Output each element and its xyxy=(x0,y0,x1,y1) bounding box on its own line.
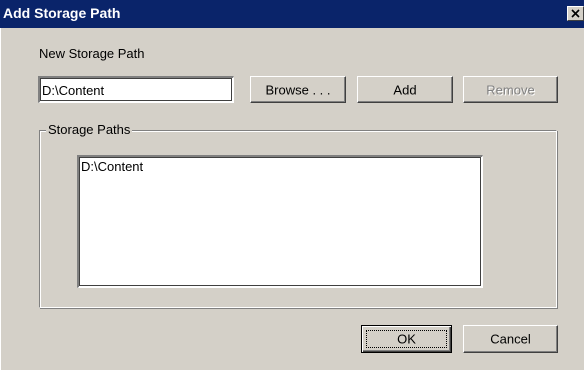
ok-button[interactable]: OK xyxy=(361,325,452,353)
browse-button[interactable]: Browse . . . xyxy=(250,76,346,103)
remove-button-label: Remove xyxy=(486,82,535,97)
close-button[interactable] xyxy=(567,6,584,21)
add-button-label: Add xyxy=(393,82,417,97)
new-storage-path-input[interactable] xyxy=(41,79,232,101)
storage-paths-group-label: Storage Paths xyxy=(46,122,133,137)
browse-button-label: Browse . . . xyxy=(265,82,331,97)
add-button[interactable]: Add xyxy=(357,76,453,103)
storage-paths-list[interactable]: D:\Content xyxy=(77,155,483,288)
dialog-window: Add Storage Path New Storage Path Browse… xyxy=(0,0,584,370)
list-item[interactable]: D:\Content xyxy=(81,159,143,174)
cancel-button-label: Cancel xyxy=(490,331,531,347)
ok-button-label: OK xyxy=(397,331,416,347)
remove-button: Remove xyxy=(463,76,558,103)
window-title: Add Storage Path xyxy=(3,5,121,21)
new-storage-path-field[interactable] xyxy=(38,76,234,103)
new-storage-path-label: New Storage Path xyxy=(39,46,145,61)
cancel-button[interactable]: Cancel xyxy=(463,325,558,353)
window-frame-left xyxy=(0,28,8,370)
title-bar[interactable]: Add Storage Path xyxy=(0,0,584,28)
